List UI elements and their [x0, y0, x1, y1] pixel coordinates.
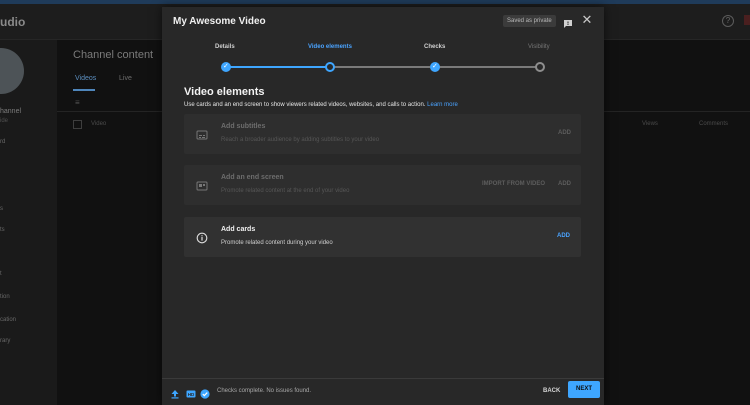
close-icon[interactable]: ✕ — [581, 13, 593, 26]
checkmark-icon: ✓ — [223, 63, 229, 70]
column-header-comments: Comments — [699, 121, 729, 127]
column-header-views: Views — [642, 121, 658, 127]
step-node-checks[interactable]: ✓ — [430, 62, 440, 72]
subtitles-icon — [196, 128, 208, 140]
card-add-end-screen: Add an end screen Promote related conten… — [184, 165, 581, 205]
filter-icon[interactable]: ≡ — [75, 98, 80, 107]
sidebar-item[interactable]: rd — [0, 139, 5, 145]
card-add-cards: Add cards Promote related content during… — [184, 217, 581, 257]
step-node-visibility[interactable] — [535, 62, 545, 72]
select-all-checkbox[interactable] — [73, 120, 82, 129]
sidebar-item[interactable]: ts — [0, 227, 5, 233]
sidebar-item[interactable]: cation — [0, 317, 16, 323]
checkmark-icon: ✓ — [432, 63, 438, 70]
card-add-subtitles: Add subtitles Reach a broader audience b… — [184, 114, 581, 154]
section-title: Video elements — [184, 86, 265, 98]
tab-active-indicator — [73, 89, 95, 91]
checks-status-text: Checks complete. No issues found. — [217, 388, 312, 394]
add-end-screen-button[interactable]: ADD — [558, 181, 571, 187]
feedback-icon[interactable] — [563, 16, 573, 28]
studio-logo: udio — [0, 15, 26, 29]
card-title: Add cards — [221, 226, 256, 233]
channel-name: hannel — [0, 108, 22, 115]
upload-icon[interactable] — [170, 386, 180, 399]
tab-live[interactable]: Live — [119, 75, 132, 82]
section-description: Use cards and an end screen to show view… — [184, 102, 458, 108]
learn-more-link[interactable]: Learn more — [427, 102, 458, 108]
add-subtitles-button[interactable]: ADD — [558, 130, 571, 136]
end-screen-icon — [196, 179, 208, 191]
footer-divider — [162, 378, 604, 379]
channel-subtitle: ide — [0, 118, 9, 124]
sidebar-item[interactable]: rary — [0, 338, 10, 344]
help-icon[interactable]: ? — [722, 15, 734, 27]
step-connector — [230, 66, 326, 68]
channel-content-title: Channel content — [73, 49, 154, 61]
sidebar-item[interactable]: tion — [0, 294, 10, 300]
back-button[interactable]: BACK — [543, 388, 560, 394]
svg-text:HD: HD — [188, 392, 195, 397]
card-subtitle: Promote related content at the end of yo… — [221, 188, 350, 194]
step-label-checks[interactable]: Checks — [424, 44, 445, 50]
step-node-details[interactable]: ✓ — [221, 62, 231, 72]
saved-status-badge: Saved as private — [503, 15, 556, 27]
upload-dialog: My Awesome Video Saved as private ✕ Deta… — [162, 7, 604, 405]
sidebar — [0, 40, 57, 405]
stepper: Details Video elements Checks Visibility… — [162, 41, 604, 77]
sidebar-item[interactable]: t — [0, 271, 2, 277]
next-button[interactable]: NEXT — [568, 381, 600, 398]
step-label-details[interactable]: Details — [215, 44, 235, 50]
import-from-video-button[interactable]: IMPORT FROM VIDEO — [482, 181, 545, 187]
card-title: Add subtitles — [221, 123, 266, 130]
add-cards-button[interactable]: ADD — [557, 233, 570, 239]
check-circle-icon[interactable] — [200, 386, 210, 399]
column-header-video: Video — [91, 121, 107, 127]
hd-icon[interactable]: HD — [186, 386, 196, 398]
step-connector — [439, 66, 536, 68]
notification-icon[interactable] — [744, 15, 750, 25]
sidebar-item[interactable]: s — [0, 206, 3, 212]
dialog-title: My Awesome Video — [173, 16, 266, 27]
tab-videos[interactable]: Videos — [75, 75, 96, 82]
section-description-text: Use cards and an end screen to show view… — [184, 102, 426, 108]
card-subtitle: Promote related content during your vide… — [221, 240, 333, 246]
card-subtitle: Reach a broader audience by adding subti… — [221, 137, 380, 143]
card-title: Add an end screen — [221, 174, 284, 181]
step-label-visibility[interactable]: Visibility — [528, 44, 550, 50]
info-icon — [196, 231, 208, 244]
step-label-video-elements[interactable]: Video elements — [308, 44, 352, 50]
step-connector — [334, 66, 430, 68]
step-node-video-elements[interactable] — [325, 62, 335, 72]
